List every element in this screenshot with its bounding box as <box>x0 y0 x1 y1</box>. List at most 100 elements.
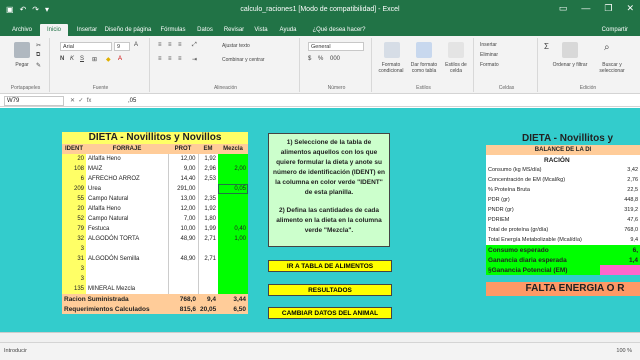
clipboard-label: Portapapeles <box>10 85 41 91</box>
ident-cell[interactable]: 108 <box>62 164 86 174</box>
tab-vista[interactable]: Vista <box>250 24 272 36</box>
cond-format-button[interactable]: Formato condicional <box>374 62 408 74</box>
mezcla-cell[interactable]: 2,00 <box>218 164 248 174</box>
tab-inicio[interactable]: Inicio <box>40 24 68 36</box>
number-format-select[interactable]: General <box>308 42 364 51</box>
find-icon[interactable]: ⌕ <box>604 42 610 53</box>
sheet-tabs-bar[interactable] <box>0 332 640 342</box>
tab-ayuda[interactable]: Ayuda <box>275 24 301 36</box>
mezcla-cell[interactable]: 1,00 <box>218 234 248 244</box>
font-name-select[interactable]: Arial <box>60 42 112 51</box>
ident-cell[interactable]: 3 <box>62 274 86 284</box>
minimize-icon[interactable]: — <box>581 3 590 14</box>
table-format-button[interactable]: Dar formato como tabla <box>408 62 440 74</box>
diet-row: 3 <box>62 274 248 284</box>
mezcla-cell[interactable] <box>218 244 248 254</box>
prot-cell: 48,90 <box>168 234 199 244</box>
cond-format-icon[interactable] <box>384 42 400 58</box>
insert-cells-button[interactable]: Insertar <box>480 42 497 48</box>
zoom-level[interactable]: 100 % <box>616 348 632 354</box>
ident-cell[interactable]: 20 <box>62 154 86 164</box>
tab-archivo[interactable]: Archivo <box>8 24 36 36</box>
mezcla-cell[interactable] <box>218 284 248 294</box>
tab-datos[interactable]: Datos <box>192 24 218 36</box>
format-cells-button[interactable]: Formato <box>480 62 499 68</box>
fill-color-icon[interactable]: ◆ <box>106 56 111 63</box>
mezcla-cell[interactable] <box>218 264 248 274</box>
change-animal-button[interactable]: CAMBIAR DATOS DEL ANIMAL <box>268 307 392 319</box>
cut-icon[interactable]: ✂ <box>36 42 41 49</box>
mezcla-cell[interactable]: 0,05 <box>218 184 248 194</box>
merge-center-button[interactable]: Combinar y centrar <box>222 57 265 63</box>
borders-icon[interactable]: ⊞ <box>92 56 97 63</box>
tab-diseno[interactable]: Diseño de página <box>104 24 152 36</box>
align-top-icon[interactable]: ≡ <box>158 42 162 48</box>
mezcla-cell[interactable] <box>218 194 248 204</box>
table-format-icon[interactable] <box>416 42 432 58</box>
underline-icon[interactable]: S <box>80 56 84 62</box>
wrap-text-button[interactable]: Ajustar texto <box>222 43 250 49</box>
restore-icon[interactable]: ❐ <box>604 3 612 14</box>
mezcla-cell[interactable] <box>218 214 248 224</box>
sort-filter-button[interactable]: Ordenar y filtrar <box>550 62 590 68</box>
find-select-button[interactable]: Buscar y seleccionar <box>592 62 632 74</box>
ident-cell[interactable]: 20 <box>62 204 86 214</box>
mezcla-cell[interactable] <box>218 174 248 184</box>
food-table-button[interactable]: IR A TABLA DE ALIMENTOS <box>268 260 392 272</box>
align-bottom-icon[interactable]: ≡ <box>178 42 182 48</box>
worksheet[interactable]: DIETA - Novillitos y Novillos IDENT FORR… <box>0 108 640 332</box>
ident-cell[interactable]: 209 <box>62 184 86 194</box>
mezcla-cell[interactable] <box>218 204 248 214</box>
font-color-icon[interactable]: A <box>118 56 122 62</box>
font-size-select[interactable]: 9 <box>114 42 130 51</box>
grow-font-icon[interactable]: A <box>134 42 138 48</box>
tell-me-search[interactable]: ¿Qué desea hacer? <box>308 24 370 36</box>
formula-input[interactable]: ,05 <box>128 96 136 106</box>
supplied-em: 9,4 <box>198 294 218 304</box>
mezcla-cell[interactable] <box>218 274 248 284</box>
bold-icon[interactable]: N <box>60 56 64 62</box>
sort-filter-icon[interactable] <box>562 42 578 58</box>
ident-cell[interactable]: 52 <box>62 214 86 224</box>
ident-cell[interactable]: 135 <box>62 284 86 294</box>
close-icon[interactable]: ✕ <box>626 3 634 14</box>
ribbon-display-icon[interactable]: ▭ <box>559 3 568 14</box>
indent-icon[interactable]: ⇥ <box>192 56 197 63</box>
ident-cell[interactable]: 32 <box>62 234 86 244</box>
mezcla-cell[interactable]: 0,40 <box>218 224 248 234</box>
tab-insertar[interactable]: Insertar <box>72 24 102 36</box>
tab-formulas[interactable]: Fórmulas <box>158 24 188 36</box>
ident-cell[interactable]: 79 <box>62 224 86 234</box>
italic-icon[interactable]: K <box>70 56 74 62</box>
ident-cell[interactable]: 31 <box>62 254 86 264</box>
align-left-icon[interactable]: ≡ <box>158 56 162 62</box>
ident-cell[interactable]: 55 <box>62 194 86 204</box>
align-middle-icon[interactable]: ≡ <box>168 42 172 48</box>
ident-cell[interactable]: 3 <box>62 244 86 254</box>
tab-revisar[interactable]: Revisar <box>221 24 247 36</box>
share-button[interactable]: Compartir <box>602 24 628 36</box>
align-right-icon[interactable]: ≡ <box>178 56 182 62</box>
thousands-icon[interactable]: 000 <box>330 56 340 62</box>
orientation-icon[interactable]: ⤢ <box>192 42 197 49</box>
paste-icon[interactable] <box>14 42 30 58</box>
format-painter-icon[interactable]: ✎ <box>36 62 41 69</box>
required-mezcla: 6,50 <box>218 304 248 314</box>
results-button[interactable]: RESULTADOS <box>268 284 392 296</box>
align-center-icon[interactable]: ≡ <box>168 56 172 62</box>
cell-styles-button[interactable]: Estilos de celda <box>440 62 472 74</box>
cell-styles-icon[interactable] <box>448 42 464 58</box>
ident-cell[interactable]: 6 <box>62 174 86 184</box>
paste-button[interactable]: Pegar <box>6 62 38 68</box>
currency-icon[interactable]: $ <box>308 56 311 62</box>
mezcla-cell[interactable] <box>218 154 248 164</box>
delete-cells-button[interactable]: Eliminar <box>480 52 498 58</box>
autosum-icon[interactable]: Σ <box>544 42 549 51</box>
ident-cell[interactable]: 3 <box>62 264 86 274</box>
prot-cell: 10,00 <box>168 224 199 234</box>
percent-icon[interactable]: % <box>318 56 323 62</box>
prot-cell: 13,00 <box>168 194 199 204</box>
name-box[interactable]: W79 <box>4 96 64 106</box>
copy-icon[interactable]: ⧉ <box>36 52 40 59</box>
mezcla-cell[interactable] <box>218 254 248 264</box>
